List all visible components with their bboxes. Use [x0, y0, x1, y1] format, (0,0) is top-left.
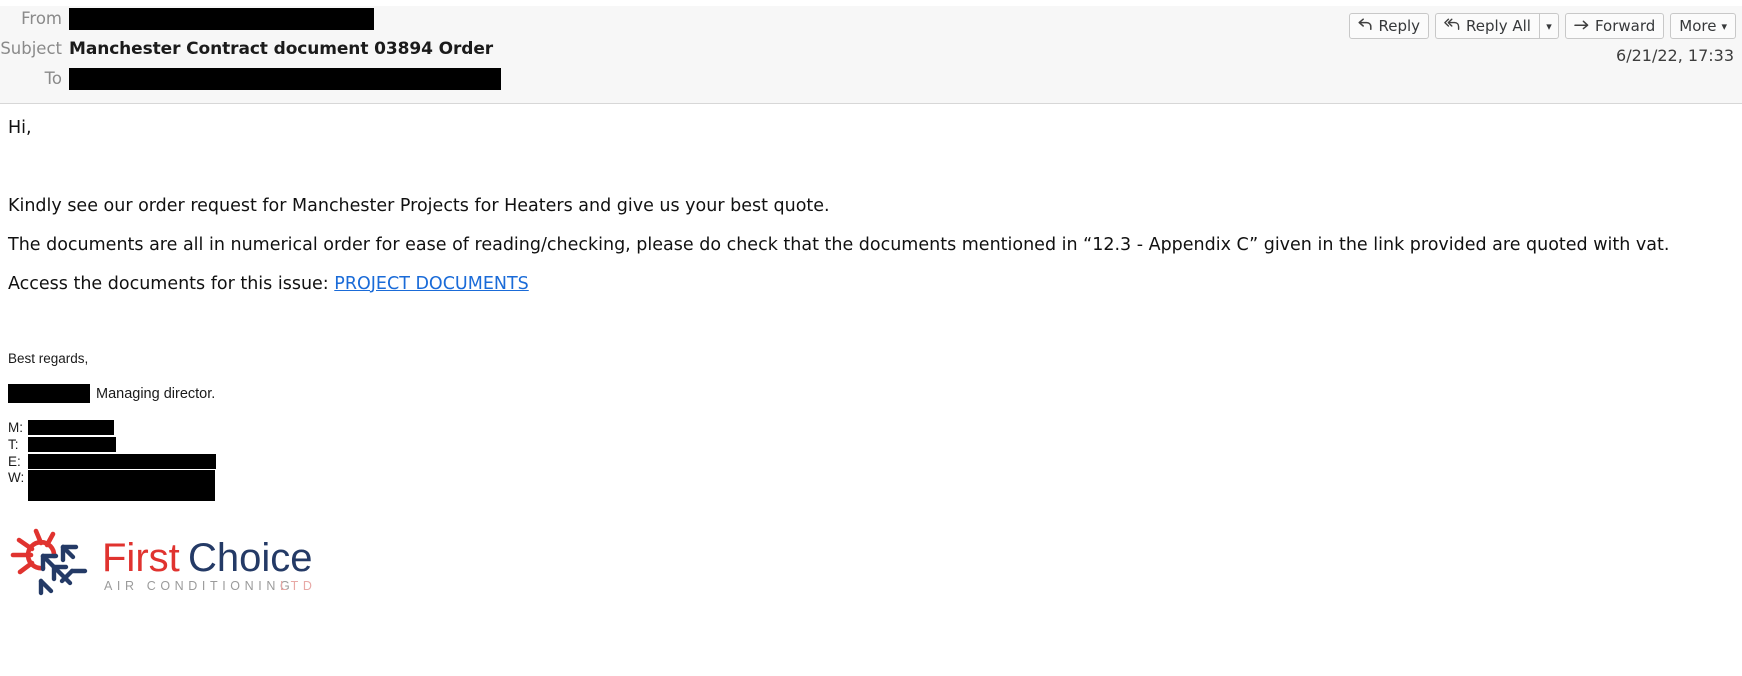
- reply-button[interactable]: Reply: [1349, 13, 1430, 39]
- contact-row-telephone: T:: [8, 436, 1734, 453]
- body-access-line: Access the documents for this issue: PRO…: [8, 274, 1734, 296]
- reply-all-button-label: Reply All: [1466, 17, 1531, 35]
- redacted-telephone-number: [28, 437, 116, 452]
- redacted-sender-name: [8, 384, 90, 403]
- redacted-email-address: [28, 454, 216, 469]
- logo-tagline-suffix: LTD: [280, 579, 317, 593]
- redacted-to-address: [69, 68, 501, 90]
- redacted-from-address: [69, 8, 374, 30]
- logo-word-first: First: [102, 536, 180, 580]
- message-date: 6/21/22, 17:33: [1616, 46, 1734, 65]
- from-label: From: [21, 9, 62, 28]
- subject-text: Manchester Contract document 03894 Order: [69, 39, 494, 59]
- forward-arrow-icon: [1574, 19, 1590, 33]
- contact-key-email: E:: [8, 454, 21, 469]
- contact-row-email: E:: [8, 453, 1734, 470]
- message-toolbar: Reply Reply All ▾ Forward More ▾: [1349, 13, 1736, 39]
- contact-row-website: W:: [8, 470, 1734, 501]
- contact-key-website: W:: [8, 470, 25, 485]
- signature-role: Managing director.: [96, 385, 216, 402]
- subject-value: Manchester Contract document 03894 Order: [69, 36, 493, 60]
- subject-row: Subject Manchester Contract document 038…: [0, 36, 1742, 66]
- project-documents-link[interactable]: PROJECT DOCUMENTS: [334, 274, 529, 294]
- from-value[interactable]: [69, 6, 374, 30]
- body-greeting: Hi,: [8, 118, 32, 138]
- reply-all-split-button: Reply All ▾: [1435, 13, 1559, 39]
- signature-name-row: Managing director.: [8, 384, 1734, 403]
- signature-block: Best regards, Managing director. M: T: E…: [8, 295, 1734, 601]
- body-paragraph-1: Kindly see our order request for Manches…: [8, 195, 830, 216]
- body-paragraph-2: The documents are all in numerical order…: [8, 235, 1670, 255]
- chevron-down-icon: ▾: [1546, 19, 1552, 33]
- contact-key-mobile: M:: [8, 420, 23, 435]
- to-value[interactable]: [69, 66, 501, 90]
- logo-word-choice: Choice: [188, 536, 313, 580]
- more-button[interactable]: More ▾: [1670, 13, 1736, 39]
- message-body: Hi, Kindly see our order request for Man…: [0, 104, 1742, 601]
- access-prefix-text: Access the documents for this issue:: [8, 273, 335, 294]
- subject-label: Subject: [0, 39, 62, 58]
- to-row: To: [0, 66, 1742, 96]
- reply-all-button[interactable]: Reply All: [1435, 13, 1539, 39]
- to-label: To: [44, 69, 62, 88]
- forward-button[interactable]: Forward: [1564, 13, 1665, 39]
- reply-all-arrow-icon: [1444, 18, 1461, 34]
- contact-key-telephone: T:: [8, 437, 19, 452]
- redacted-mobile-number: [28, 420, 114, 435]
- redacted-website-address: [28, 470, 215, 501]
- forward-button-label: Forward: [1594, 17, 1656, 35]
- logo-tagline: AIR CONDITIONING: [104, 579, 294, 593]
- snowflake-icon: [38, 544, 88, 596]
- first-choice-air-conditioning-logo-icon: First Choice AIR CONDITIONING LTD: [10, 528, 317, 596]
- reply-all-dropdown-toggle[interactable]: ▾: [1538, 13, 1559, 39]
- chevron-down-icon: ▾: [1721, 19, 1727, 33]
- more-button-label: More: [1679, 17, 1717, 35]
- signature-regards: Best regards,: [8, 351, 89, 366]
- company-logo: First Choice AIR CONDITIONING LTD: [10, 523, 330, 601]
- reply-button-label: Reply: [1378, 17, 1421, 35]
- message-header: From Subject Manchester Contract documen…: [0, 6, 1742, 104]
- reply-arrow-icon: [1358, 18, 1373, 34]
- contact-row-mobile: M:: [8, 419, 1734, 436]
